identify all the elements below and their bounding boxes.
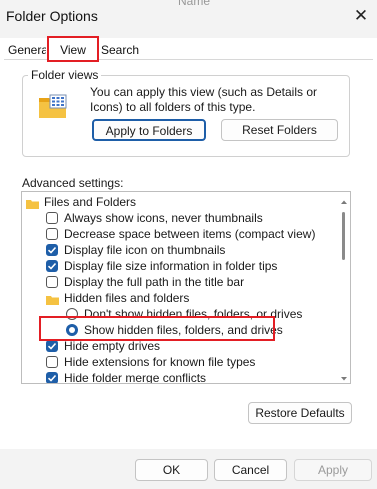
scrollbar-thumb[interactable] — [342, 212, 345, 260]
background-window-text: Name — [178, 0, 211, 8]
folder-view-icon — [38, 94, 68, 120]
checkbox[interactable] — [46, 340, 58, 352]
check-icon — [47, 246, 57, 254]
checkbox[interactable] — [46, 356, 58, 368]
check-icon — [47, 262, 57, 270]
list-item-label: Hidden files and folders — [64, 291, 190, 305]
advanced-settings-label: Advanced settings: — [22, 176, 124, 190]
scroll-up-icon[interactable] — [339, 195, 349, 204]
list-item-label: Display file icon on thumbnails — [64, 243, 226, 257]
folder-views-label: Folder views — [28, 68, 102, 82]
reset-folders-button[interactable]: Reset Folders — [221, 119, 338, 141]
advanced-settings-list: Files and Folders Always show icons, nev… — [21, 191, 351, 384]
list-item-label: Hide extensions for known file types — [64, 355, 256, 369]
check-icon — [47, 374, 57, 382]
list-item-label: Decrease space between items (compact vi… — [64, 227, 316, 241]
checkbox[interactable] — [46, 260, 58, 272]
check-icon — [47, 342, 57, 350]
tab-general[interactable]: General — [4, 43, 46, 59]
list-item-label: Hide folder merge conflicts — [64, 371, 207, 384]
folder-icon — [46, 293, 59, 305]
cancel-button[interactable]: Cancel — [214, 459, 287, 481]
ok-button[interactable]: OK — [135, 459, 208, 481]
folder-icon — [26, 197, 39, 209]
checkbox[interactable] — [46, 228, 58, 240]
window-title: Folder Options — [6, 8, 98, 24]
list-item-label: Display file size information in folder … — [64, 259, 278, 273]
folder-views-description: You can apply this view (such as Details… — [90, 85, 318, 114]
close-icon[interactable]: ✕ — [349, 3, 373, 29]
apply-to-folders-button[interactable]: Apply to Folders — [92, 119, 206, 141]
list-item-label: Files and Folders — [44, 195, 137, 209]
checkbox[interactable] — [46, 276, 58, 288]
list-item-label: Always show icons, never thumbnails — [64, 211, 263, 225]
checkbox[interactable] — [46, 212, 58, 224]
tab-view[interactable]: View — [47, 36, 99, 62]
scroll-down-icon[interactable] — [339, 372, 349, 381]
list-item-label: Display the full path in the title bar — [64, 275, 245, 289]
annotation-highlight-box — [39, 316, 275, 341]
tab-search[interactable]: Search — [101, 43, 139, 57]
checkbox[interactable] — [46, 372, 58, 383]
restore-defaults-button[interactable]: Restore Defaults — [248, 402, 352, 424]
checkbox[interactable] — [46, 244, 58, 256]
apply-button[interactable]: Apply — [294, 459, 372, 481]
